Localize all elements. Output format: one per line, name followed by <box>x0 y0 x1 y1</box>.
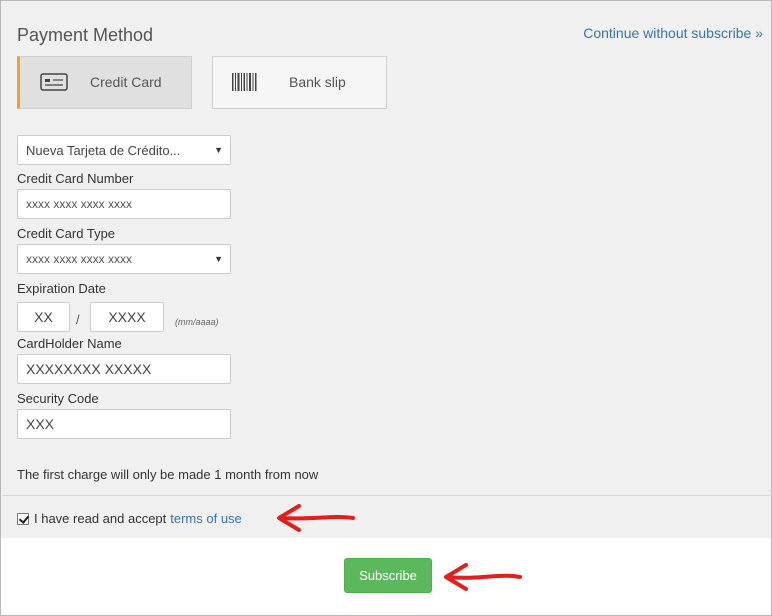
cardholder-name-value: XXXXXXXX XXXXX <box>26 361 152 377</box>
page-title: Payment Method <box>17 25 154 45</box>
barcode-icon <box>232 73 257 91</box>
first-charge-notice: The first charge will only be made 1 mon… <box>17 467 319 482</box>
card-number-placeholder: xxxx xxxx xxxx xxxx <box>26 197 133 211</box>
security-code-label: Security Code <box>17 391 99 406</box>
saved-card-select-value: Nueva Tarjeta de Crédito... <box>26 142 181 158</box>
credit-card-icon <box>40 73 68 91</box>
continue-without-subscribe-link[interactable]: Continue without subscribe » <box>583 25 763 41</box>
card-number-input[interactable]: xxxx xxxx xxxx xxxx <box>17 189 231 219</box>
chevron-down-icon: ▼ <box>214 254 223 264</box>
terms-checkbox[interactable] <box>17 512 29 525</box>
subscribe-button[interactable]: Subscribe <box>344 558 432 593</box>
tab-bank-slip-label: Bank slip <box>289 74 346 90</box>
card-type-select[interactable]: xxxx xxxx xxxx xxxx ▼ <box>17 244 231 274</box>
tab-credit-card[interactable]: Credit Card <box>17 56 192 109</box>
expiration-date-label: Expiration Date <box>17 281 106 296</box>
date-format-hint: (mm/aaaa) <box>175 317 219 327</box>
annotation-arrow-icon <box>277 504 355 532</box>
divider <box>2 495 772 496</box>
terms-text: I have read and accept <box>34 511 167 526</box>
card-number-label: Credit Card Number <box>17 171 134 186</box>
security-code-value: XXX <box>26 416 55 432</box>
cardholder-name-input[interactable]: XXXXXXXX XXXXX <box>17 354 231 384</box>
tab-bank-slip[interactable]: Bank slip <box>212 56 387 109</box>
expiration-year-value: XXXX <box>108 309 146 325</box>
tab-credit-card-label: Credit Card <box>90 74 162 90</box>
cardholder-name-label: CardHolder Name <box>17 336 122 351</box>
card-type-label: Credit Card Type <box>17 226 116 241</box>
date-separator: / <box>76 312 80 327</box>
expiration-month-value: XX <box>34 309 53 325</box>
saved-card-select[interactable]: Nueva Tarjeta de Crédito... ▼ <box>17 135 231 165</box>
expiration-year-input[interactable]: XXXX <box>90 302 164 332</box>
annotation-arrow-icon <box>444 563 522 591</box>
expiration-month-input[interactable]: XX <box>17 302 70 332</box>
terms-row: I have read and accept terms of use <box>17 511 242 526</box>
chevron-down-icon: ▼ <box>214 145 223 155</box>
payment-panel: Payment Method Continue without subscrib… <box>0 0 772 538</box>
card-type-select-value: xxxx xxxx xxxx xxxx <box>26 252 133 266</box>
security-code-input[interactable]: XXX <box>17 409 231 439</box>
terms-of-use-link[interactable]: terms of use <box>170 511 242 526</box>
